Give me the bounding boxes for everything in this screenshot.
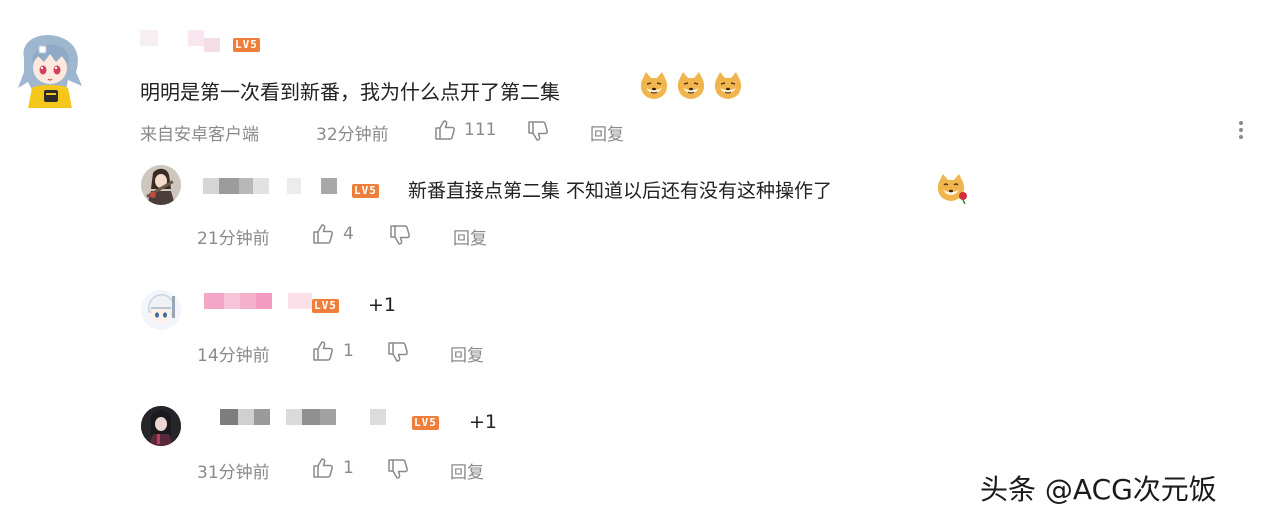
shiba-dog-emoji — [640, 72, 668, 99]
more-vertical-icon[interactable] — [1232, 118, 1250, 146]
level-badge: LV5 — [312, 299, 339, 313]
character-avatar-image — [141, 165, 181, 205]
comment-time: 31分钟前 — [197, 463, 270, 483]
username-blurred[interactable] — [216, 409, 398, 425]
like-count: 4 — [343, 224, 354, 244]
thumbs-down-icon[interactable] — [386, 340, 410, 364]
level-badge: LV5 — [412, 416, 439, 430]
avatar[interactable] — [10, 28, 90, 108]
comment-time: 21分钟前 — [197, 229, 270, 249]
watermark: 头条 @ACG次元饭 — [980, 473, 1217, 506]
thumbs-down-icon[interactable] — [526, 119, 550, 143]
level-badge: LV5 — [233, 38, 260, 52]
like-count: 1 — [343, 341, 354, 361]
reply-button[interactable]: 回复 — [450, 458, 484, 483]
dark-character-avatar-image — [141, 406, 181, 446]
avatar[interactable] — [141, 290, 181, 330]
reply-button[interactable]: 回复 — [453, 224, 487, 249]
avatar[interactable] — [141, 406, 181, 446]
username-blurred[interactable] — [204, 293, 312, 309]
level-badge: LV5 — [352, 184, 379, 198]
thumbs-up-icon[interactable] — [433, 118, 457, 142]
comment-time: 32分钟前 — [316, 125, 389, 145]
thumbs-up-icon[interactable] — [311, 456, 335, 480]
reply-text: +1 — [469, 411, 498, 433]
reply-text: 新番直接点第二集 不知道以后还有没有这种操作了 — [408, 180, 833, 202]
comment-time: 14分钟前 — [197, 346, 270, 366]
thumbs-down-icon[interactable] — [386, 457, 410, 481]
shiba-dog-emoji — [677, 72, 705, 99]
comment-source: 来自安卓客户端 — [140, 125, 259, 145]
like-count: 1 — [343, 458, 354, 478]
avatar[interactable] — [141, 165, 181, 205]
shiba-rose-emoji — [937, 174, 967, 204]
like-count: 111 — [464, 120, 497, 140]
reply-button[interactable]: 回复 — [590, 120, 624, 145]
username-blurred[interactable] — [203, 178, 341, 194]
shiba-dog-emoji — [714, 72, 742, 99]
thumbs-up-icon[interactable] — [311, 339, 335, 363]
comment-text: 明明是第一次看到新番，我为什么点开了第二集 — [140, 80, 560, 104]
thumbs-down-icon[interactable] — [388, 223, 412, 247]
anime-girl-avatar-image — [18, 34, 82, 108]
chibi-avatar-image — [141, 290, 181, 330]
reply-button[interactable]: 回复 — [450, 341, 484, 366]
thumbs-up-icon[interactable] — [311, 222, 335, 246]
username-blurred[interactable] — [140, 30, 230, 52]
reply-text: +1 — [368, 294, 397, 316]
